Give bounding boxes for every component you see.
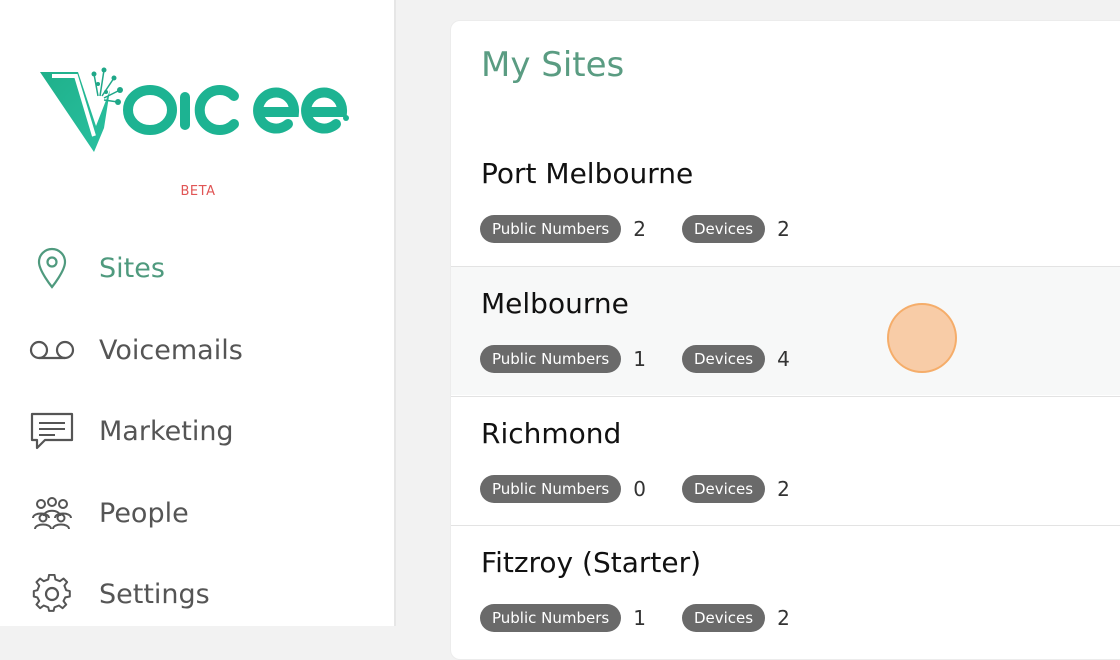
gear-icon [28,570,76,618]
devices-count: 2 [777,217,790,241]
site-row-port-melbourne[interactable]: Port Melbourne Public Numbers 2 Devices … [451,137,1120,266]
public-numbers-badge: Public Numbers [480,345,622,373]
public-numbers-badge: Public Numbers [480,604,622,632]
public-numbers-count: 1 [633,606,646,630]
site-name: Melbourne [481,287,629,320]
sites-panel: My Sites Port Melbourne Public Numbers 2… [450,20,1120,660]
voicemail-icon [28,326,76,374]
site-stats: Public Numbers 1 Devices 4 [480,345,826,373]
public-numbers-count: 1 [633,347,646,371]
public-numbers-badge: Public Numbers [480,215,622,243]
devices-badge: Devices [681,475,766,503]
page-title: My Sites [481,45,625,85]
nav-label-voicemails: Voicemails [99,334,243,366]
nav-label-sites: Sites [99,252,165,284]
location-pin-icon [28,244,76,292]
site-name: Port Melbourne [481,157,694,190]
site-stats: Public Numbers 2 Devices 2 [480,215,826,243]
site-name: Fitzroy (Starter) [481,546,702,579]
devices-badge: Devices [681,604,766,632]
public-numbers-badge: Public Numbers [480,475,622,503]
site-name: Richmond [481,417,622,450]
nav-item-people[interactable]: People [28,488,368,538]
beta-label: BETA [180,184,216,199]
nav-label-marketing: Marketing [99,415,234,447]
nav-item-sites[interactable]: Sites [28,243,368,293]
public-numbers-count: 2 [633,217,646,241]
voicee-logo[interactable] [38,66,358,158]
site-stats: Public Numbers 0 Devices 2 [480,475,826,503]
cursor-indicator [887,303,957,373]
site-stats: Public Numbers 1 Devices 2 [480,604,826,632]
chat-message-icon [28,407,76,455]
devices-badge: Devices [681,345,766,373]
site-row-richmond[interactable]: Richmond Public Numbers 0 Devices 2 [451,396,1120,525]
devices-count: 2 [777,606,790,630]
sidebar: BETA Sites Voicemails Marketing People S… [0,0,396,626]
site-row-melbourne[interactable]: Melbourne Public Numbers 1 Devices 4 [451,266,1120,395]
devices-count: 4 [777,347,790,371]
site-row-fitzroy-starter[interactable]: Fitzroy (Starter) Public Numbers 1 Devic… [451,525,1120,654]
people-group-icon [28,489,76,537]
nav-item-settings[interactable]: Settings [28,569,368,619]
nav-label-people: People [99,497,189,529]
nav-item-marketing[interactable]: Marketing [28,406,368,456]
nav-label-settings: Settings [99,578,210,610]
nav-item-voicemails[interactable]: Voicemails [28,325,368,375]
devices-count: 2 [777,477,790,501]
public-numbers-count: 0 [633,477,646,501]
devices-badge: Devices [681,215,766,243]
